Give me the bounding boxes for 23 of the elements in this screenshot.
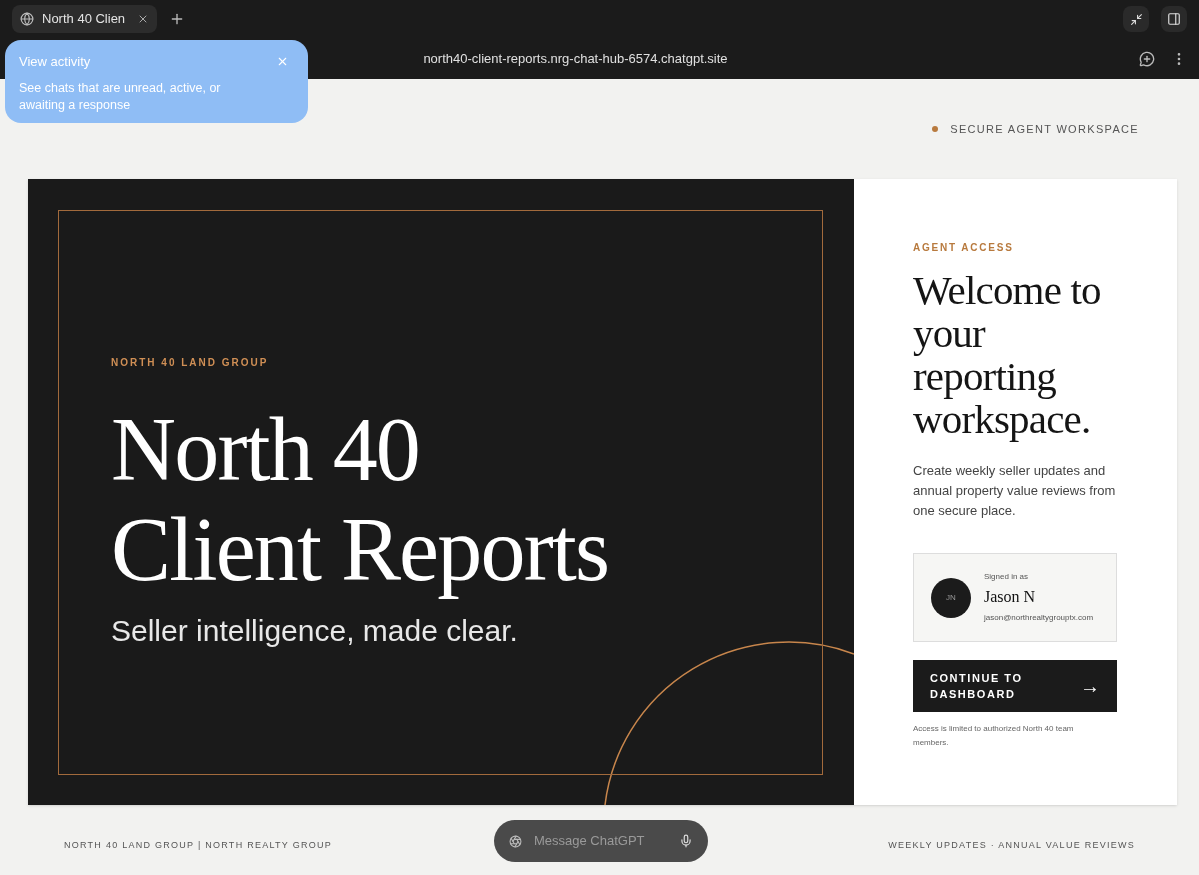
user-avatar: JN <box>931 577 971 618</box>
access-note: Access is limited to authorized North 40 team members. <box>913 723 1075 749</box>
popover-title: View activity <box>19 53 91 71</box>
hero-eyebrow: NORTH 40 LAND GROUP <box>111 356 270 370</box>
footer-left: NORTH 40 LAND GROUP | NORTH REALTY GROUP <box>64 839 332 853</box>
browser-tab[interactable]: North 40 Clien <box>12 5 158 33</box>
arrow-icon: → <box>1080 671 1100 701</box>
user-name: Jason N <box>984 587 1037 607</box>
tab-title: North 40 Clien <box>42 10 126 29</box>
hero-tagline: Seller intelligence, made clear. <box>111 613 519 649</box>
message-field[interactable]: Message ChatGPT <box>494 820 708 862</box>
hero-title: North 40 Client Reports <box>111 400 610 600</box>
continue-button[interactable]: CONTINUE TO DASHBOARD → <box>913 660 1117 712</box>
welcome-heading: Welcome to your reporting workspace. <box>913 269 1102 441</box>
address-url[interactable]: north40-client-reports.nrg-chat-hub-6574.chatgpt.site <box>423 48 728 69</box>
access-description: Create weekly seller updates and annual property value reviews from one secure place. <box>913 462 1117 520</box>
footer-right: WEEKLY UPDATES · ANNUAL VALUE REVIEWS <box>888 839 1135 853</box>
status-label: SECURE AGENT WORKSPACE <box>950 121 1139 137</box>
user-email: jason@northrealtygrouptx.com <box>984 612 1094 624</box>
access-eyebrow: AGENT ACCESS <box>913 241 1015 255</box>
popover-body: See chats that are unread, active, or awaiting a response <box>19 79 222 114</box>
signed-in-caption: Signed in as <box>984 571 1030 583</box>
message-input[interactable]: Message ChatGPT <box>534 831 667 851</box>
